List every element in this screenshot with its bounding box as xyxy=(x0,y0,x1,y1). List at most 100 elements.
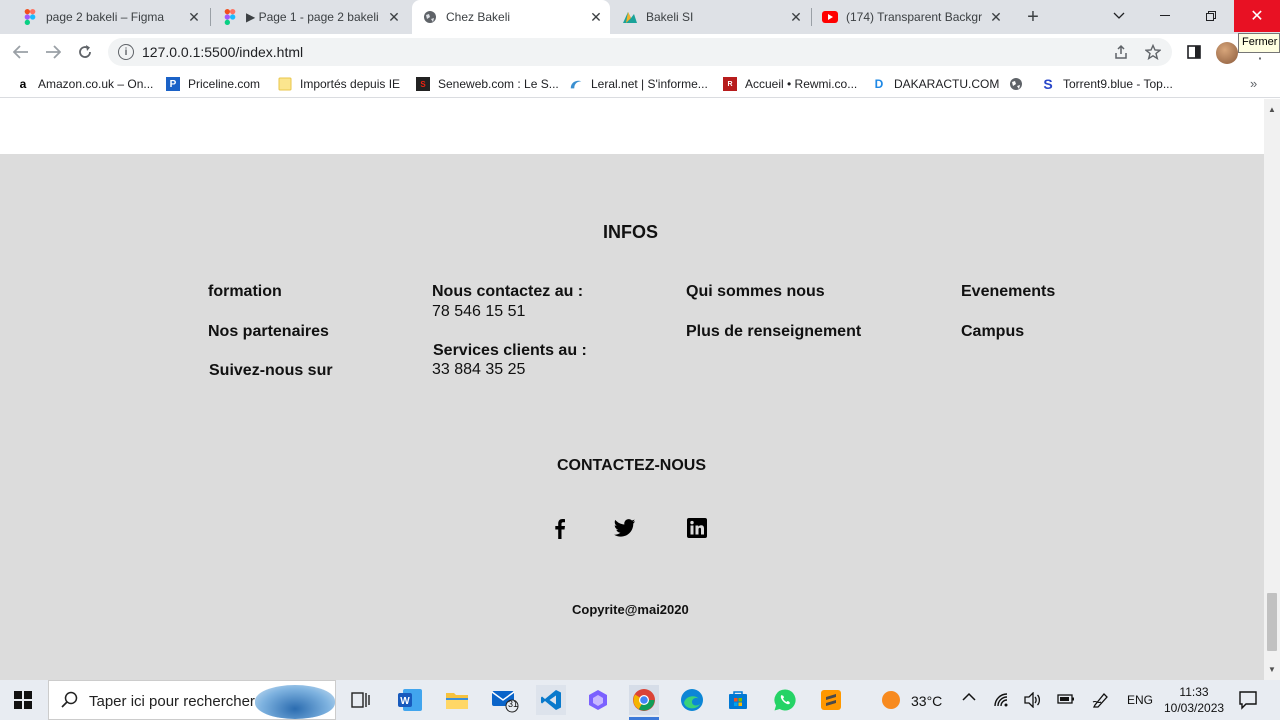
bookmark-folder-ie[interactable]: Importés depuis IE xyxy=(278,76,400,92)
file-explorer-icon[interactable] xyxy=(442,685,472,715)
side-panel-icon xyxy=(1187,45,1201,59)
link-suivez-nous[interactable]: Suivez-nous sur xyxy=(209,362,333,380)
address-bar[interactable]: i 127.0.0.1:5500/index.html xyxy=(108,38,1172,66)
bookmark-rewmi[interactable]: R Accueil • Rewmi.co... xyxy=(723,76,857,92)
tab-search-button[interactable] xyxy=(1096,0,1142,32)
bookmark-star-icon[interactable] xyxy=(1144,43,1162,61)
link-formation[interactable]: formation xyxy=(208,283,282,301)
chrome-icon[interactable] xyxy=(629,685,659,720)
scrollbar-thumb[interactable] xyxy=(1267,593,1277,651)
windows-taskbar: Taper ici pour rechercher W 31 33°C ENG … xyxy=(0,680,1280,720)
share-icon[interactable] xyxy=(1112,43,1130,61)
volume-icon[interactable] xyxy=(1024,691,1042,711)
battery-icon[interactable] xyxy=(1057,692,1075,709)
edge-icon[interactable] xyxy=(677,685,707,715)
minimize-button[interactable] xyxy=(1142,0,1188,32)
tab-youtube[interactable]: (174) Transparent Backgro ✕ xyxy=(812,0,1010,34)
bookmark-label: Importés depuis IE xyxy=(300,77,401,91)
bookmark-label: Priceline.com xyxy=(188,77,261,91)
seneweb-icon: S xyxy=(416,77,430,91)
copyright-text: Copyrite@mai2020 xyxy=(572,602,689,617)
back-button[interactable] xyxy=(9,40,33,64)
scroll-up-arrow-icon[interactable]: ▲ xyxy=(1268,105,1276,114)
url-text: 127.0.0.1:5500/index.html xyxy=(142,44,304,60)
weather-icon[interactable] xyxy=(876,685,906,715)
weather-temperature[interactable]: 33°C xyxy=(911,693,942,709)
taskbar-clock[interactable]: 11:33 10/03/2023 xyxy=(1164,684,1224,716)
link-evenements[interactable]: Evenements xyxy=(961,283,1055,301)
service-phone: 33 884 35 25 xyxy=(432,361,526,378)
figma-icon xyxy=(222,9,238,25)
twitter-icon[interactable] xyxy=(614,517,636,539)
amazon-icon: a xyxy=(19,77,27,91)
browser-tab-strip: page 2 bakeli – Figma ✕ ▶ Page 1 - page … xyxy=(0,0,1280,34)
link-partenaires[interactable]: Nos partenaires xyxy=(208,323,329,341)
side-panel-button[interactable] xyxy=(1182,40,1206,64)
linkedin-icon[interactable] xyxy=(686,517,708,539)
new-tab-button[interactable]: + xyxy=(1022,6,1044,28)
windows-start-icon[interactable] xyxy=(14,691,32,709)
tab-title: (174) Transparent Backgro xyxy=(846,10,982,24)
close-tooltip: Fermer xyxy=(1238,33,1280,53)
wifi-icon[interactable] xyxy=(993,692,1011,711)
tab-divider xyxy=(210,8,211,26)
notification-icon[interactable] xyxy=(1238,690,1258,713)
chevron-up-icon[interactable] xyxy=(962,690,976,705)
task-view-icon[interactable] xyxy=(346,685,376,715)
facebook-icon[interactable] xyxy=(549,517,571,539)
chevron-double-right-icon[interactable]: » xyxy=(1250,76,1257,91)
taskbar-search-box[interactable]: Taper ici pour rechercher xyxy=(48,680,336,720)
bookmark-torrent9[interactable]: S Torrent9.blue - Top... xyxy=(1041,76,1173,92)
tab-title: Chez Bakeli xyxy=(446,10,511,24)
bookmark-amazon[interactable]: a Amazon.co.uk – On... xyxy=(16,76,154,92)
word-icon[interactable]: W xyxy=(395,685,425,715)
bookmark-seneweb[interactable]: S Seneweb.com : Le S... xyxy=(416,76,559,92)
bookmark-label: DAKARACTU.COM xyxy=(894,77,1000,91)
tab-figma-page[interactable]: ▶ Page 1 - page 2 bakeli ✕ xyxy=(212,0,408,34)
link-renseignement[interactable]: Plus de renseignement xyxy=(686,323,861,341)
close-icon[interactable]: ✕ xyxy=(386,9,402,25)
language-indicator[interactable]: ENG xyxy=(1127,693,1153,707)
copilot-app-icon[interactable] xyxy=(583,685,613,715)
search-icon xyxy=(61,691,78,713)
close-icon[interactable]: ✕ xyxy=(788,9,804,25)
bookmark-dakaractu[interactable]: D DAKARACTU.COM xyxy=(872,76,1000,92)
profile-avatar[interactable] xyxy=(1216,42,1238,64)
folder-icon xyxy=(278,77,292,91)
tab-bakeli-si[interactable]: Bakeli SI ✕ xyxy=(612,0,810,34)
tab-chez-bakeli[interactable]: Chez Bakeli ✕ xyxy=(412,0,610,34)
bookmark-leral[interactable]: Leral.net | S'informe... xyxy=(569,76,708,92)
vscode-icon[interactable] xyxy=(536,685,566,715)
contact-heading: CONTACTEZ-NOUS xyxy=(557,457,707,474)
bookmark-priceline[interactable]: P Priceline.com xyxy=(166,76,260,92)
restore-icon xyxy=(1206,11,1216,21)
mail-icon[interactable]: 31 xyxy=(490,685,520,715)
restore-button[interactable] xyxy=(1188,0,1234,32)
page-scrollbar[interactable]: ▲ ▼ xyxy=(1264,99,1280,680)
browser-toolbar: i 127.0.0.1:5500/index.html ⋮ xyxy=(0,34,1280,70)
infos-heading: INFOS xyxy=(603,222,659,242)
search-highlight-image xyxy=(255,685,335,719)
forward-button[interactable] xyxy=(41,40,65,64)
reload-button[interactable] xyxy=(73,40,97,64)
close-icon[interactable]: ✕ xyxy=(186,9,202,25)
clock-date: 10/03/2023 xyxy=(1164,701,1225,715)
bookmark-globe[interactable] xyxy=(1009,76,1031,92)
whatsapp-icon[interactable] xyxy=(770,685,800,715)
close-icon[interactable]: ✕ xyxy=(988,9,1004,25)
link-qui-sommes-nous[interactable]: Qui sommes nous xyxy=(686,283,825,301)
contact-phone: 78 546 15 51 xyxy=(432,303,526,320)
tab-title: ▶ Page 1 - page 2 bakeli xyxy=(246,10,379,24)
tab-figma[interactable]: page 2 bakeli – Figma ✕ xyxy=(12,0,208,34)
pen-icon[interactable] xyxy=(1092,692,1110,711)
close-icon[interactable]: ✕ xyxy=(588,9,604,25)
link-campus[interactable]: Campus xyxy=(961,323,1024,341)
globe-icon xyxy=(1009,77,1023,91)
bookmark-label: Torrent9.blue - Top... xyxy=(1063,77,1173,91)
window-close-button[interactable]: ✕ xyxy=(1234,0,1280,32)
store-icon[interactable] xyxy=(723,685,753,715)
scroll-down-arrow-icon[interactable]: ▼ xyxy=(1268,665,1276,674)
info-icon[interactable]: i xyxy=(118,44,134,60)
bookmark-label: Accueil • Rewmi.co... xyxy=(745,77,858,91)
sublime-text-icon[interactable] xyxy=(816,685,846,715)
